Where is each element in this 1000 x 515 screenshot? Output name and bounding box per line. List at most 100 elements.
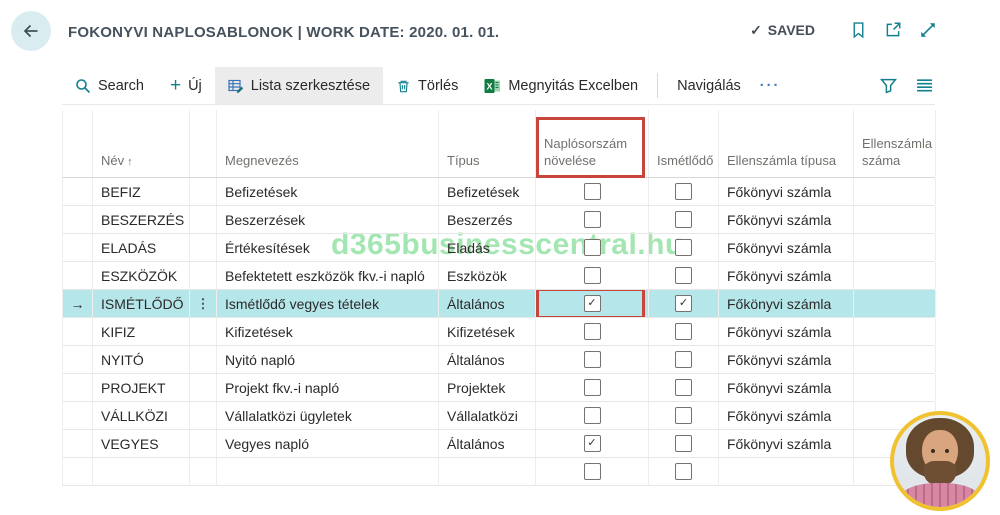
row-selector-cell[interactable] (63, 430, 93, 457)
cell-description[interactable]: Ismétlődő vegyes tételek (217, 290, 439, 317)
increment-checkbox[interactable]: ✓ (584, 295, 601, 312)
row-menu-cell[interactable] (190, 374, 217, 401)
cell-balance-no[interactable] (854, 374, 936, 401)
list-view-icon[interactable] (916, 77, 933, 94)
row-menu-cell[interactable] (190, 402, 217, 429)
back-button[interactable] (11, 11, 51, 51)
column-header-balance-no[interactable]: Ellenszámla száma (854, 110, 936, 177)
cell-balance-type[interactable]: Főkönyvi számla (719, 262, 854, 289)
table-row[interactable]: PROJEKT Projekt fkv.-i naplóProjektek Főkö… (62, 374, 935, 402)
cell-balance-no[interactable] (854, 318, 936, 345)
column-header-description[interactable]: Megnevezés (217, 110, 439, 177)
cell-increment[interactable] (536, 402, 649, 429)
cell-description[interactable]: Nyitó napló (217, 346, 439, 373)
table-row[interactable]: VÁLLKÖZIVállalatközi ügyletekVállalatköz… (62, 402, 935, 430)
cell-type[interactable]: Beszerzés (439, 206, 536, 233)
cell-type[interactable]: Kifizetések (439, 318, 536, 345)
cell-name[interactable]: KIFIZ (93, 318, 190, 345)
filter-icon[interactable] (880, 77, 897, 94)
row-menu-cell[interactable] (190, 262, 217, 289)
cell-increment[interactable] (536, 318, 649, 345)
cell-recurring[interactable] (649, 458, 719, 485)
recurring-checkbox[interactable] (675, 211, 692, 228)
cell-balance-type[interactable]: Főkönyvi számla (719, 318, 854, 345)
row-menu-cell[interactable] (190, 346, 217, 373)
cell-recurring[interactable] (649, 318, 719, 345)
cell-description[interactable]: Projekt fkv.-i napló (217, 374, 439, 401)
increment-checkbox[interactable] (584, 267, 601, 284)
row-selector-cell[interactable] (63, 178, 93, 205)
column-header-type[interactable]: Típus (439, 110, 536, 177)
row-selector-cell[interactable] (63, 374, 93, 401)
cell-type[interactable]: Általános (439, 346, 536, 373)
increment-checkbox[interactable] (584, 323, 601, 340)
cell-balance-no[interactable] (854, 262, 936, 289)
increment-checkbox[interactable] (584, 379, 601, 396)
row-menu-cell[interactable] (190, 458, 217, 485)
cell-name[interactable]: ELADÁS (93, 234, 190, 261)
table-row[interactable] (62, 458, 935, 486)
cell-balance-type[interactable]: Főkönyvi számla (719, 430, 854, 457)
table-row[interactable]: NYITÓNyitó naplóÁltalánosFőkönyvi számla (62, 346, 935, 374)
user-avatar[interactable] (890, 411, 990, 511)
cell-recurring[interactable]: ✓ (649, 290, 719, 317)
cell-name[interactable]: NYITÓ (93, 346, 190, 373)
cell-recurring[interactable] (649, 178, 719, 205)
cell-type[interactable]: Projektek (439, 374, 536, 401)
recurring-checkbox[interactable] (675, 323, 692, 340)
increment-checkbox[interactable] (584, 351, 601, 368)
cell-recurring[interactable] (649, 346, 719, 373)
cell-description[interactable]: Befizetések (217, 178, 439, 205)
cell-description[interactable]: Vegyes napló (217, 430, 439, 457)
table-row[interactable]: ESZKÖZÖKBefektetett eszközök fkv.-i napl… (62, 262, 935, 290)
cell-recurring[interactable] (649, 234, 719, 261)
recurring-checkbox[interactable] (675, 267, 692, 284)
cell-description[interactable]: Kifizetések (217, 318, 439, 345)
open-in-new-window-icon[interactable] (884, 21, 902, 39)
cell-name[interactable]: BESZERZÉS (93, 206, 190, 233)
table-row[interactable]: KIFIZ KifizetésekKifizetések Főkönyvi szám… (62, 318, 935, 346)
edit-list-button[interactable]: Lista szerkesztése (215, 67, 383, 104)
more-options-icon[interactable]: ··· (754, 67, 787, 104)
cell-recurring[interactable] (649, 206, 719, 233)
row-menu-icon[interactable]: ⋮ (197, 296, 210, 312)
column-header-name[interactable]: Név↑ (93, 110, 190, 177)
row-selector-cell[interactable] (63, 458, 93, 485)
cell-increment[interactable] (536, 374, 649, 401)
search-button[interactable]: Search (62, 67, 157, 104)
column-header-balance-type[interactable]: Ellenszámla típusa (719, 110, 854, 177)
row-menu-cell[interactable] (190, 234, 217, 261)
row-menu-cell[interactable] (190, 318, 217, 345)
table-row[interactable]: BEFIZBefizetésekBefizetésekFőkönyvi szám… (62, 178, 935, 206)
increment-checkbox[interactable] (584, 211, 601, 228)
increment-checkbox[interactable] (584, 239, 601, 256)
row-selector-cell[interactable] (63, 346, 93, 373)
table-row[interactable]: →ISMÉTLŐDŐ⋮Ismétlődő vegyes tételekÁltal… (62, 290, 935, 318)
recurring-checkbox[interactable] (675, 435, 692, 452)
increment-checkbox[interactable]: ✓ (584, 435, 601, 452)
cell-name[interactable] (93, 458, 190, 485)
table-row[interactable]: BESZERZÉSBeszerzésekBeszerzésFőkönyvi sz… (62, 206, 935, 234)
cell-balance-type[interactable]: Főkönyvi számla (719, 402, 854, 429)
expand-icon[interactable] (919, 21, 937, 39)
navigate-button[interactable]: Navigálás (664, 67, 754, 104)
cell-balance-no[interactable] (854, 346, 936, 373)
cell-name[interactable]: PROJEKT (93, 374, 190, 401)
recurring-checkbox[interactable] (675, 463, 692, 480)
column-header-recurring[interactable]: Ismétlődő (649, 110, 719, 177)
cell-balance-type[interactable]: Főkönyvi számla (719, 178, 854, 205)
cell-name[interactable]: ESZKÖZÖK (93, 262, 190, 289)
recurring-checkbox[interactable] (675, 407, 692, 424)
cell-balance-type[interactable]: Főkönyvi számla (719, 234, 854, 261)
cell-increment[interactable]: ✓ (536, 290, 649, 317)
cell-name[interactable]: VÁLLKÖZI (93, 402, 190, 429)
cell-type[interactable]: Általános (439, 290, 536, 317)
cell-description[interactable]: Beszerzések (217, 206, 439, 233)
cell-balance-no[interactable] (854, 234, 936, 261)
cell-balance-type[interactable]: Főkönyvi számla (719, 374, 854, 401)
cell-increment[interactable] (536, 346, 649, 373)
recurring-checkbox[interactable]: ✓ (675, 295, 692, 312)
cell-recurring[interactable] (649, 402, 719, 429)
delete-button[interactable]: Törlés (383, 67, 471, 104)
cell-recurring[interactable] (649, 374, 719, 401)
